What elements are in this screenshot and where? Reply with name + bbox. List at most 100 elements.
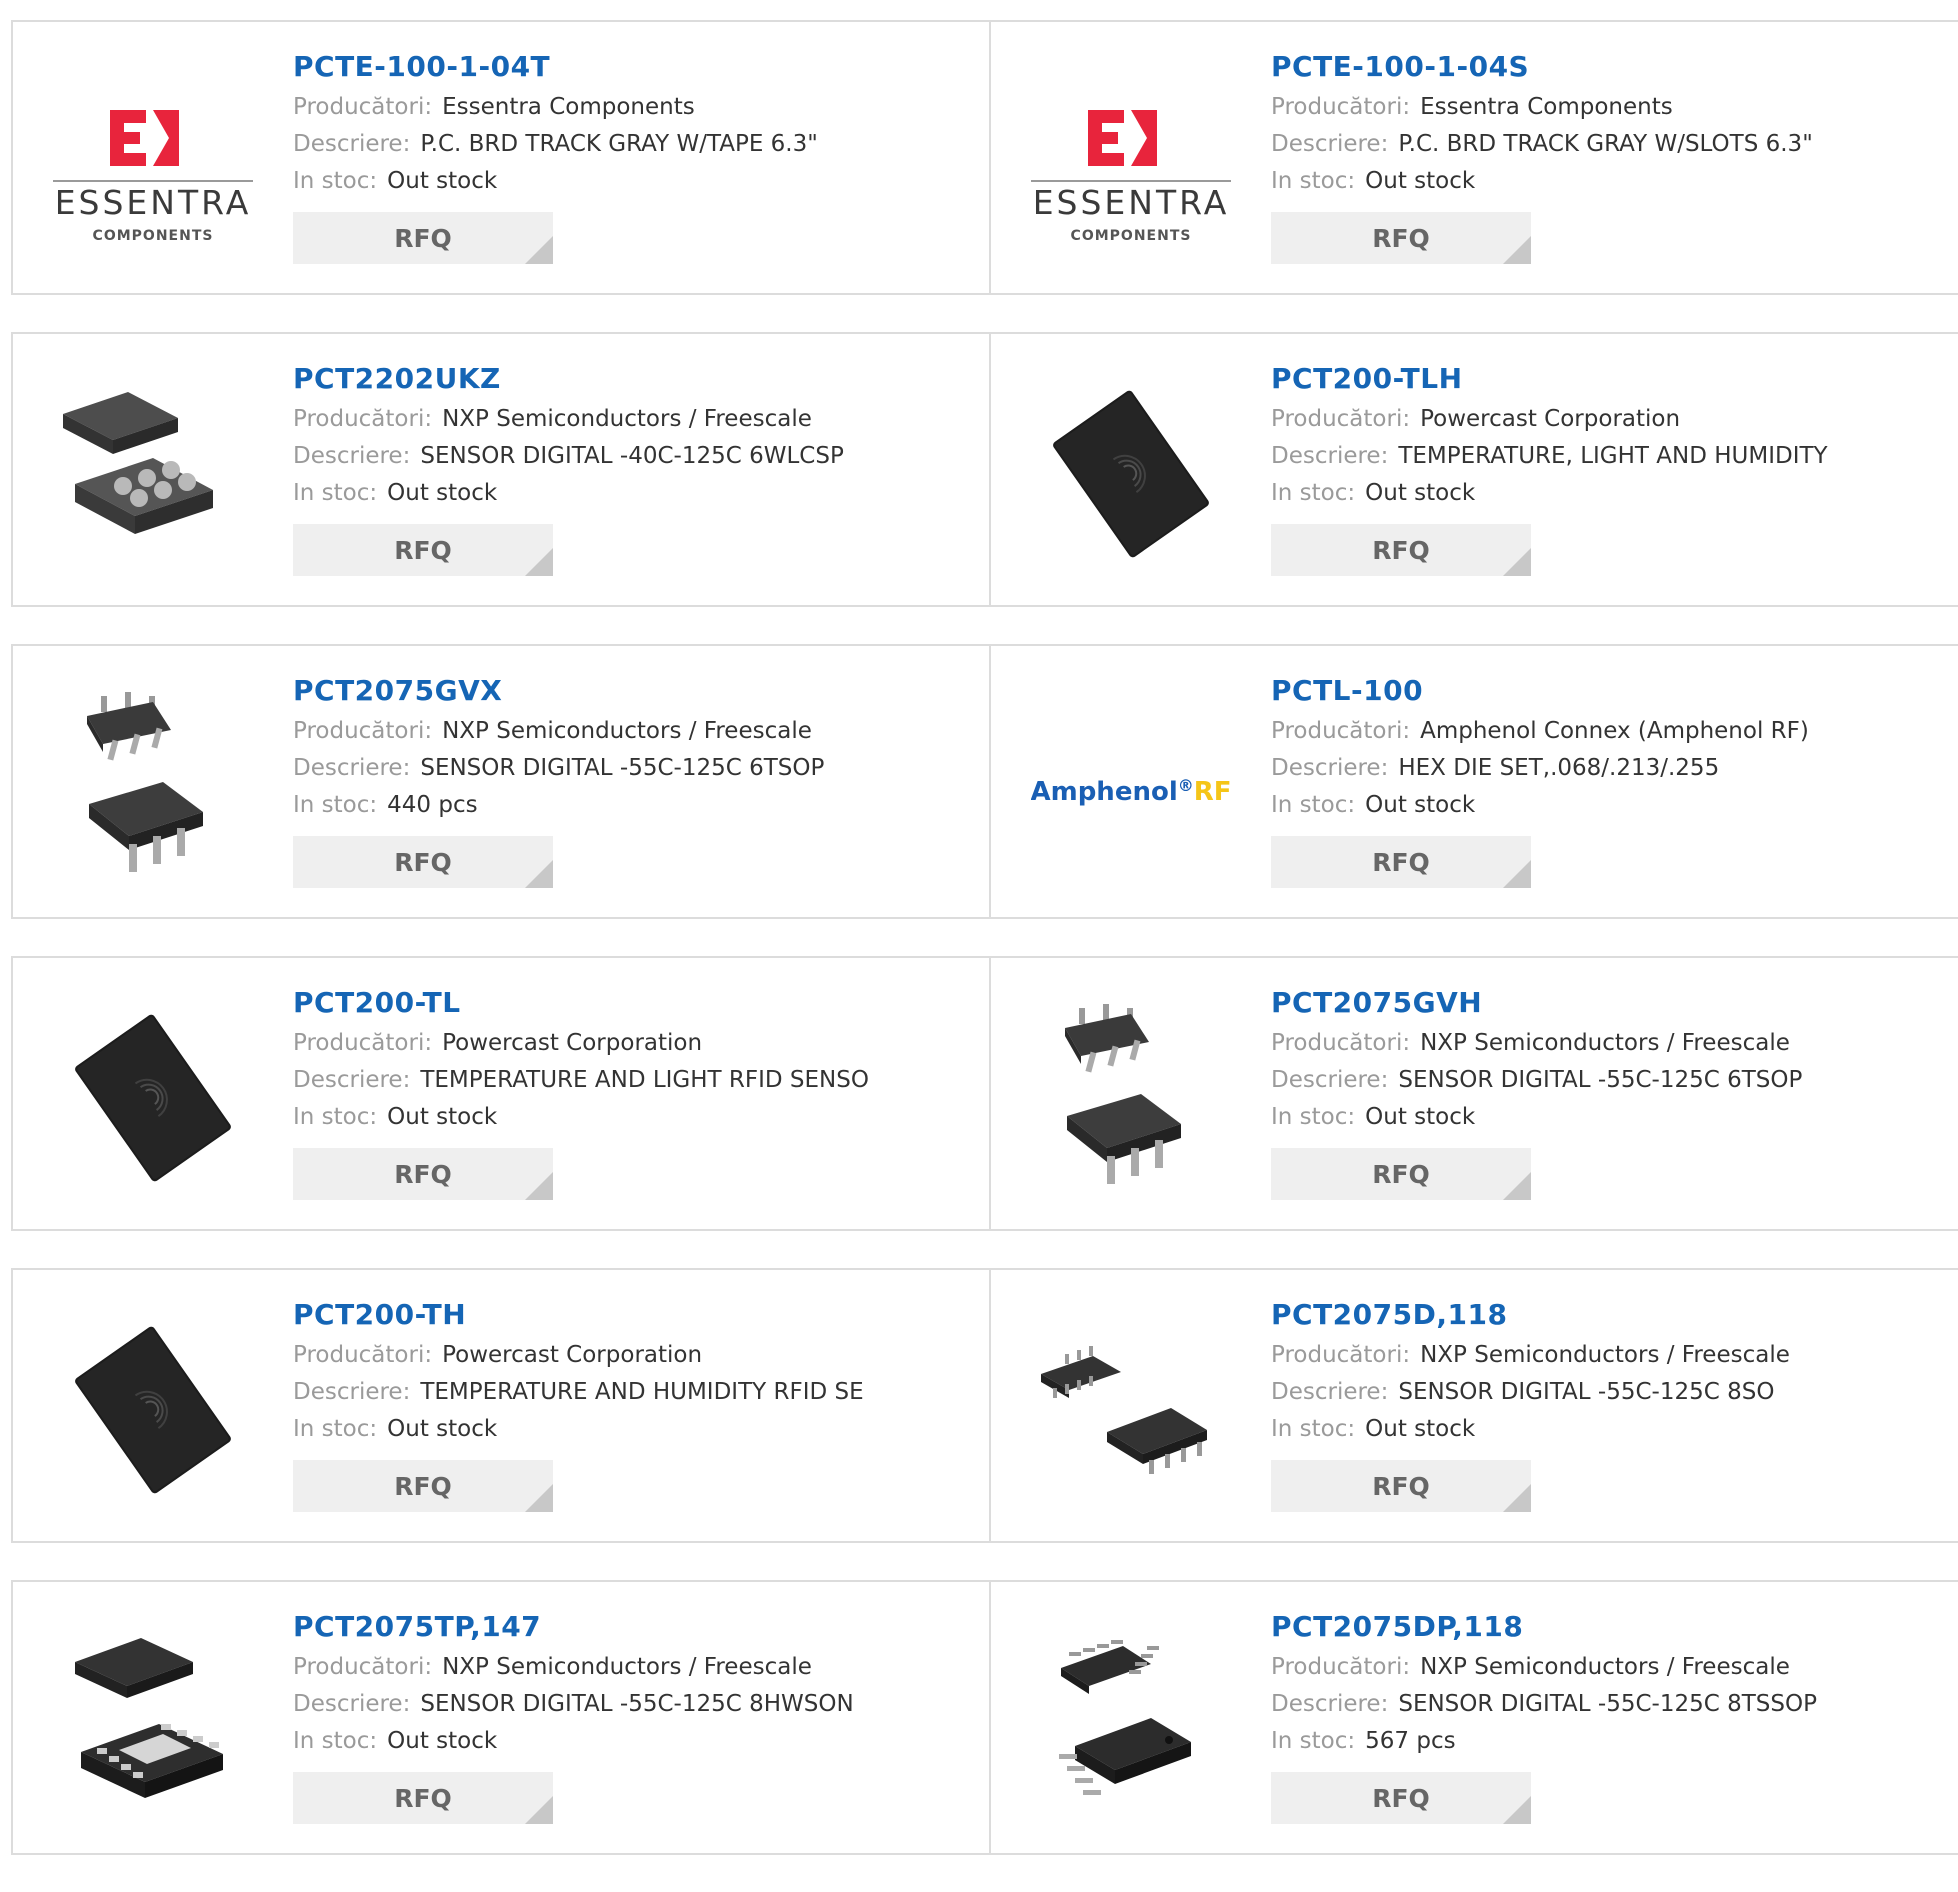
rfq-button[interactable]: RFQ	[293, 1460, 553, 1512]
description-value: SENSOR DIGITAL -55C-125C 6TSOP	[420, 755, 825, 781]
description-value: P.C. BRD TRACK GRAY W/TAPE 6.3"	[420, 131, 818, 157]
manufacturer-value: Essentra Components	[1420, 94, 1673, 120]
rfq-button[interactable]: RFQ	[1271, 212, 1531, 264]
rfq-button[interactable]: RFQ	[293, 836, 553, 888]
manufacturer-label: Producători:	[1271, 1654, 1411, 1680]
product-info: PCT200-TL Producători: Powercast Corporat…	[293, 986, 979, 1200]
stock-label: In stoc:	[293, 168, 378, 194]
stock-row: In stoc: Out stock	[1271, 163, 1958, 200]
rfq-label: RFQ	[1372, 1471, 1430, 1501]
product-info: PCTE-100-1-04T Producători: Essentra Comp…	[293, 50, 979, 264]
stock-label: In stoc:	[1271, 168, 1356, 194]
manufacturer-label: Producători:	[1271, 406, 1411, 432]
stock-label: In stoc:	[293, 1416, 378, 1442]
description-value: TEMPERATURE, LIGHT AND HUMIDITY	[1398, 443, 1828, 469]
product-name-link[interactable]: PCT2075GVX	[293, 674, 979, 708]
manufacturer-label: Producători:	[1271, 94, 1411, 120]
product-row: ESSENTRA COMPONENTS PCTE-100-1-04T Produ…	[11, 20, 1958, 297]
product-image[interactable]	[53, 1622, 253, 1822]
product-name-link[interactable]: PCT2075D,118	[1271, 1298, 1958, 1332]
product-name-link[interactable]: PCT200-TLH	[1271, 362, 1958, 396]
description-row: Descriere: TEMPERATURE AND HUMIDITY RFID …	[293, 1374, 979, 1411]
rfq-button[interactable]: RFQ	[293, 1148, 553, 1200]
product-image[interactable]	[53, 998, 253, 1198]
product-card: PCT2202UKZ Producători: NXP Semiconductor…	[11, 332, 991, 607]
product-image[interactable]	[53, 1310, 253, 1510]
stock-row: In stoc: 440 pcs	[293, 787, 979, 824]
manufacturer-label: Producători:	[293, 1342, 433, 1368]
rfq-button[interactable]: RFQ	[1271, 836, 1531, 888]
rfq-button[interactable]: RFQ	[293, 1772, 553, 1824]
description-row: Descriere: SENSOR DIGITAL -55C-125C 8TSSO…	[1271, 1686, 1958, 1723]
rfid-tag-icon	[75, 1014, 231, 1182]
product-image[interactable]	[53, 686, 253, 886]
manufacturer-label: Producători:	[293, 94, 433, 120]
product-card: PCT200-TLH Producători: Powercast Corpora…	[989, 332, 1958, 607]
manufacturer-row: Producători: NXP Semiconductors / Freesca…	[293, 1649, 979, 1686]
corner-fold-icon	[525, 1796, 553, 1824]
description-label: Descriere:	[293, 131, 411, 157]
rfq-button[interactable]: RFQ	[1271, 1148, 1531, 1200]
rfq-label: RFQ	[1372, 847, 1430, 877]
corner-fold-icon	[1503, 548, 1531, 576]
product-image[interactable]	[1031, 374, 1231, 574]
corner-fold-icon	[1503, 1484, 1531, 1512]
so8-chip-icon	[1041, 1346, 1207, 1474]
product-image[interactable]	[53, 374, 253, 574]
manufacturer-value: Essentra Components	[442, 94, 695, 120]
product-name-link[interactable]: PCT200-TH	[293, 1298, 979, 1332]
manufacturer-label: Producători:	[1271, 718, 1411, 744]
description-value: SENSOR DIGITAL -55C-125C 6TSOP	[1398, 1067, 1803, 1093]
product-image[interactable]: Amphenol®RF	[1031, 686, 1231, 886]
manufacturer-label: Producători:	[293, 1654, 433, 1680]
product-image[interactable]	[1031, 1622, 1231, 1822]
description-row: Descriere: SENSOR DIGITAL -55C-125C 8SO	[1271, 1374, 1958, 1411]
product-image[interactable]: ESSENTRA COMPONENTS	[53, 62, 253, 262]
description-label: Descriere:	[293, 1379, 411, 1405]
stock-row: In stoc: Out stock	[1271, 1411, 1958, 1448]
stock-value: Out stock	[387, 1416, 498, 1442]
tsop6-chip-icon	[1065, 1004, 1181, 1184]
product-name-link[interactable]: PCTL-100	[1271, 674, 1958, 708]
product-name-link[interactable]: PCTE-100-1-04T	[293, 50, 979, 84]
product-name-link[interactable]: PCT200-TL	[293, 986, 979, 1020]
manufacturer-value: NXP Semiconductors / Freescale	[1420, 1654, 1790, 1680]
product-card: ESSENTRA COMPONENTS PCTE-100-1-04T Produ…	[11, 20, 991, 295]
product-image[interactable]	[1031, 1310, 1231, 1510]
amphenol-wordmark: Amphenol	[1031, 777, 1178, 807]
manufacturer-label: Producători:	[1271, 1030, 1411, 1056]
stock-label: In stoc:	[1271, 1728, 1356, 1754]
stock-value: Out stock	[1365, 480, 1476, 506]
corner-fold-icon	[525, 860, 553, 888]
description-value: TEMPERATURE AND HUMIDITY RFID SE	[420, 1379, 864, 1405]
description-value: SENSOR DIGITAL -55C-125C 8HWSON	[420, 1691, 854, 1717]
product-image[interactable]	[1031, 998, 1231, 1198]
product-name-link[interactable]: PCT2075TP,147	[293, 1610, 979, 1644]
manufacturer-row: Producători: Powercast Corporation	[293, 1025, 979, 1062]
rfq-button[interactable]: RFQ	[1271, 1460, 1531, 1512]
rfq-button[interactable]: RFQ	[293, 524, 553, 576]
product-name-link[interactable]: PCT2075GVH	[1271, 986, 1958, 1020]
stock-row: In stoc: Out stock	[293, 163, 979, 200]
product-name-link[interactable]: PCT2202UKZ	[293, 362, 979, 396]
manufacturer-value: NXP Semiconductors / Freescale	[1420, 1030, 1790, 1056]
rfq-button[interactable]: RFQ	[293, 212, 553, 264]
manufacturer-row: Producători: Powercast Corporation	[1271, 401, 1958, 438]
rfq-button[interactable]: RFQ	[1271, 1772, 1531, 1824]
stock-value: Out stock	[387, 1728, 498, 1754]
product-image[interactable]: ESSENTRA COMPONENTS	[1031, 62, 1231, 262]
manufacturer-value: Amphenol Connex (Amphenol RF)	[1420, 718, 1809, 744]
description-label: Descriere:	[1271, 131, 1389, 157]
product-name-link[interactable]: PCT2075DP,118	[1271, 1610, 1958, 1644]
rfq-label: RFQ	[1372, 223, 1430, 253]
product-row: PCT2075TP,147 Producători: NXP Semiconduc…	[11, 1580, 1958, 1857]
corner-fold-icon	[1503, 236, 1531, 264]
stock-row: In stoc: Out stock	[293, 475, 979, 512]
description-value: HEX DIE SET,.068/.213/.255	[1398, 755, 1720, 781]
description-row: Descriere: SENSOR DIGITAL -40C-125C 6WLCS…	[293, 438, 979, 475]
manufacturer-value: NXP Semiconductors / Freescale	[1420, 1342, 1790, 1368]
corner-fold-icon	[1503, 1172, 1531, 1200]
rfq-button[interactable]: RFQ	[1271, 524, 1531, 576]
product-name-link[interactable]: PCTE-100-1-04S	[1271, 50, 1958, 84]
description-row: Descriere: TEMPERATURE AND LIGHT RFID SEN…	[293, 1062, 979, 1099]
